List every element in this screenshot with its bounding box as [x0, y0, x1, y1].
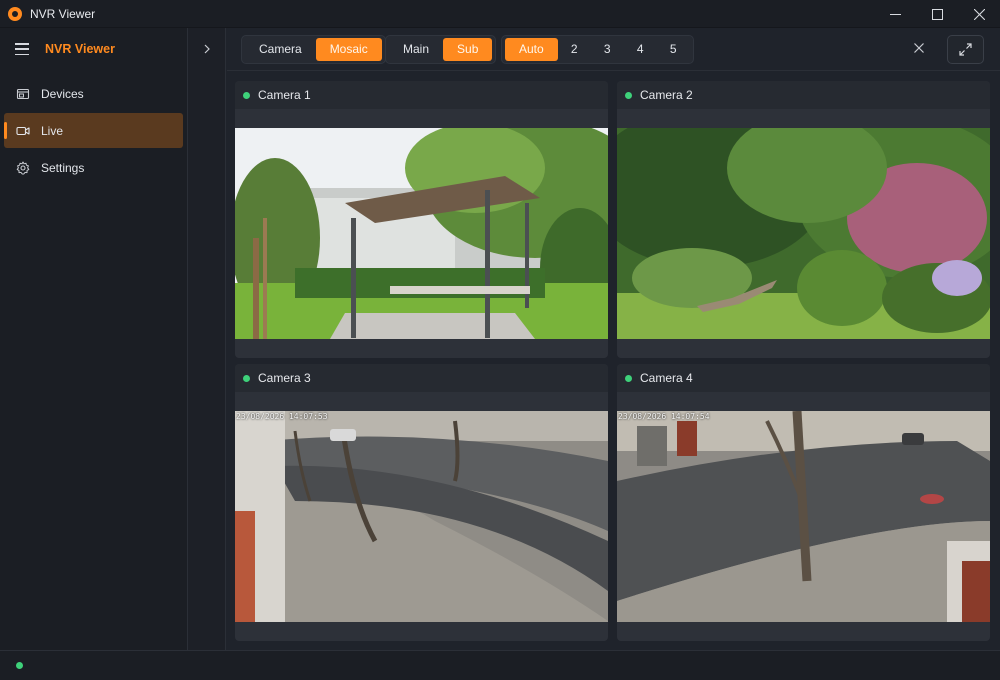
online-status-dot — [625, 374, 632, 382]
sidebar-item-live[interactable]: Live — [4, 113, 183, 148]
camera-tile[interactable]: Camera 1 — [235, 81, 608, 358]
street-fisheye-video — [235, 411, 608, 622]
view-mode-toggle: Camera Mosaic — [241, 35, 386, 64]
window-controls — [874, 0, 1000, 28]
video-timestamp-overlay: 23/08/2026 14:07:54 — [618, 412, 710, 421]
minimize-icon — [889, 13, 901, 15]
sidebar-item-label: Settings — [41, 160, 85, 175]
layout-4-button[interactable]: 4 — [624, 38, 657, 61]
sidebar-header: NVR Viewer — [0, 28, 187, 70]
close-icon — [914, 43, 924, 53]
camera-name: Camera 4 — [640, 371, 693, 385]
garden-steps-video — [617, 128, 990, 339]
close-window-button[interactable] — [958, 0, 1000, 28]
camera-tile[interactable]: Camera 4 23/08/2026 14:07:54 — [617, 364, 990, 641]
close-icon — [973, 8, 985, 20]
status-bar — [0, 650, 1000, 680]
title-bar: NVR Viewer — [0, 0, 1000, 28]
close-view-button[interactable] — [913, 42, 925, 54]
gear-icon — [16, 161, 30, 175]
main-stream-button[interactable]: Main — [389, 38, 443, 61]
garden-pergola-video — [235, 128, 608, 339]
video-feed: 23/08/2026 14:07:54 — [617, 411, 990, 622]
layout-toggle: Auto 2 3 4 5 — [501, 35, 694, 64]
sidebar-item-settings[interactable]: Settings — [4, 150, 183, 185]
sub-stream-button[interactable]: Sub — [443, 38, 493, 61]
video-feed — [617, 128, 990, 339]
sidebar: NVR Viewer Devices Live Settings — [0, 28, 188, 650]
online-status-dot — [243, 91, 250, 99]
camera-name: Camera 3 — [258, 371, 311, 385]
camera-tile-header: Camera 3 — [235, 364, 608, 392]
sidebar-nav: Devices Live Settings — [0, 76, 187, 185]
camera-tile[interactable]: Camera 2 — [617, 81, 990, 358]
layout-3-button[interactable]: 3 — [591, 38, 624, 61]
camera-name: Camera 1 — [258, 88, 311, 102]
maximize-icon — [931, 8, 943, 20]
stream-toggle: Main Sub — [385, 35, 497, 64]
camera-mode-button[interactable]: Camera — [245, 38, 316, 61]
sidebar-item-label: Devices — [41, 86, 84, 101]
video-feed: 23/08/2026 14:07:53 — [235, 411, 608, 622]
chevron-right-icon — [204, 44, 210, 54]
expand-pane-button[interactable] — [200, 42, 214, 56]
camera-tile[interactable]: Camera 3 23/08/2026 14:07:53 — [235, 364, 608, 641]
camera-tile-header: Camera 1 — [235, 81, 608, 109]
video-camera-icon — [16, 124, 30, 138]
video-timestamp-overlay: 23/08/2026 14:07:53 — [236, 412, 328, 421]
sidebar-item-devices[interactable]: Devices — [4, 76, 183, 111]
fullscreen-button[interactable] — [947, 35, 984, 64]
expand-icon — [959, 43, 972, 56]
maximize-button[interactable] — [916, 0, 958, 28]
video-feed — [235, 128, 608, 339]
street-fisheye-video — [617, 411, 990, 622]
layout-5-button[interactable]: 5 — [657, 38, 690, 61]
sidebar-item-label: Live — [41, 123, 64, 138]
online-status-dot — [625, 91, 632, 99]
toolbar: Camera Mosaic Main Sub Auto 2 3 4 5 — [227, 28, 1000, 71]
hamburger-menu-icon[interactable] — [15, 43, 29, 55]
sidebar-title: NVR Viewer — [45, 42, 115, 56]
layout-2-button[interactable]: 2 — [558, 38, 591, 61]
camera-tile-header: Camera 4 — [617, 364, 990, 392]
minimize-button[interactable] — [874, 0, 916, 28]
online-status-dot — [243, 374, 250, 382]
camera-tile-header: Camera 2 — [617, 81, 990, 109]
window-title: NVR Viewer — [30, 6, 96, 21]
mosaic-mode-button[interactable]: Mosaic — [315, 38, 382, 61]
camera-name: Camera 2 — [640, 88, 693, 102]
camera-list-pane-collapsed — [188, 28, 226, 650]
app-logo-icon — [8, 6, 22, 21]
layout-auto-button[interactable]: Auto — [505, 38, 558, 61]
devices-icon — [16, 87, 30, 101]
connection-status-dot — [16, 662, 23, 669]
